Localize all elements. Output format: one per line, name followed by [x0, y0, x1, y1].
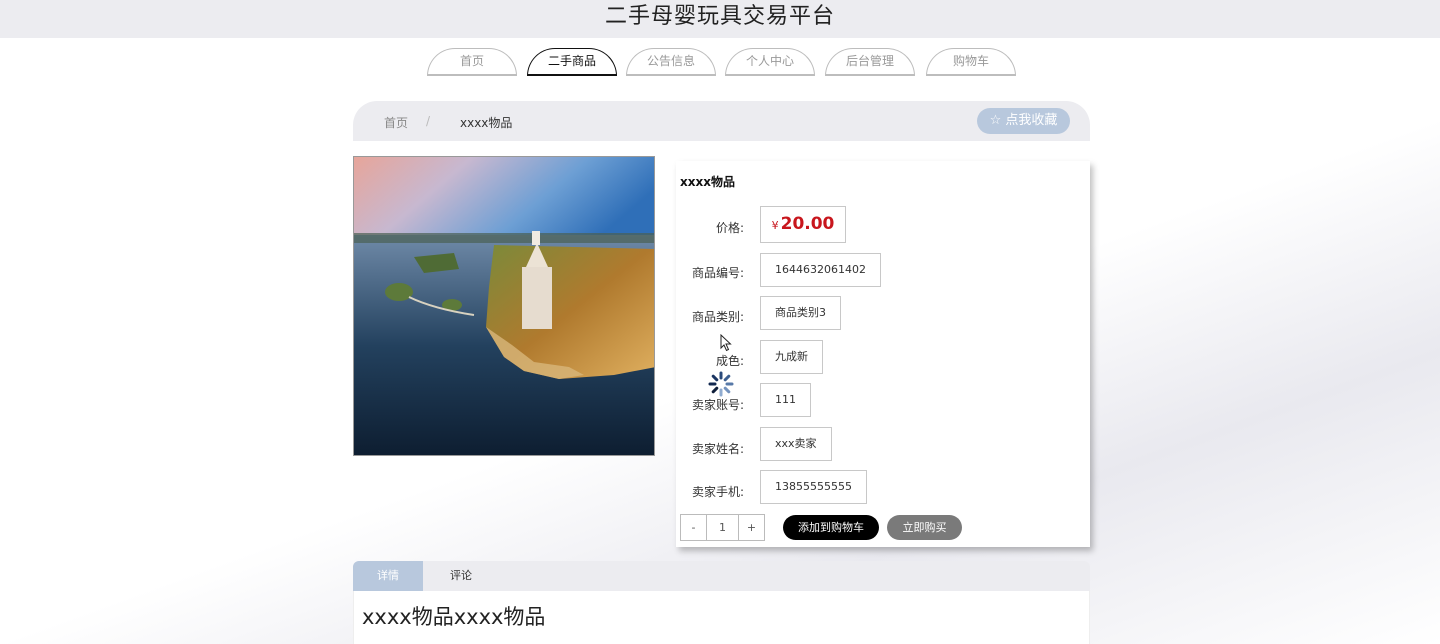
currency-symbol: ¥ — [771, 219, 779, 232]
nav-tab-used-goods[interactable]: 二手商品 — [527, 48, 617, 76]
category-value: 商品类别3 — [760, 296, 841, 330]
breadcrumb-home[interactable]: 首页 — [384, 114, 408, 131]
price-label: 价格: — [715, 221, 744, 235]
quantity-decrease-button[interactable]: - — [681, 515, 706, 540]
nav-tab-admin[interactable]: 后台管理 — [825, 48, 915, 76]
buy-now-button[interactable]: 立即购买 — [887, 515, 962, 540]
product-image — [353, 156, 655, 456]
site-header: 二手母婴玩具交易平台 — [0, 0, 1440, 38]
category-label: 商品类别: — [691, 310, 744, 324]
seller-phone-label: 卖家手机: — [691, 485, 744, 499]
tab-comments[interactable]: 评论 — [426, 561, 496, 591]
condition-label: 成色: — [715, 354, 744, 368]
breadcrumb: 首页 / xxxx物品 ☆ 点我收藏 — [353, 101, 1090, 141]
seller-phone-value: 13855555555 — [760, 470, 867, 504]
detail-tabs: 详情 评论 — [353, 561, 1090, 591]
product-id-value: 1644632061402 — [760, 253, 881, 287]
add-to-cart-button[interactable]: 添加到购物车 — [783, 515, 879, 540]
quantity-stepper: - 1 + — [680, 514, 765, 541]
nav-tab-announcements[interactable]: 公告信息 — [626, 48, 716, 76]
price-amount: 20.00 — [780, 214, 835, 234]
mouse-cursor-icon — [720, 334, 732, 352]
product-name: xxxx物品 — [680, 175, 735, 189]
tab-details[interactable]: 详情 — [353, 561, 423, 591]
main-nav: 首页 二手商品 公告信息 个人中心 后台管理 购物车 — [0, 48, 1440, 78]
quantity-input[interactable]: 1 — [706, 515, 739, 540]
price-value: ¥20.00 — [760, 206, 846, 243]
seller-account-label: 卖家账号: — [691, 398, 744, 412]
condition-value: 九成新 — [760, 340, 823, 374]
breadcrumb-separator: / — [426, 114, 431, 128]
quantity-increase-button[interactable]: + — [739, 515, 764, 540]
nav-tab-cart[interactable]: 购物车 — [926, 48, 1016, 76]
detail-text: xxxx物品xxxx物品 — [362, 605, 546, 629]
seller-name-label: 卖家姓名: — [691, 442, 744, 456]
nav-tab-home[interactable]: 首页 — [427, 48, 517, 76]
favorite-button[interactable]: ☆ 点我收藏 — [977, 108, 1070, 134]
breadcrumb-current: xxxx物品 — [460, 116, 513, 130]
product-info-panel: xxxx物品 价格: ¥20.00 商品编号: 1644632061402 商品… — [676, 161, 1090, 547]
loading-spinner-icon — [708, 371, 734, 397]
product-id-label: 商品编号: — [691, 266, 744, 280]
seller-name-value: xxx卖家 — [760, 427, 832, 461]
seller-account-value: 111 — [760, 383, 811, 417]
nav-tab-profile[interactable]: 个人中心 — [725, 48, 815, 76]
detail-content: xxxx物品xxxx物品 — [353, 591, 1090, 644]
site-title: 二手母婴玩具交易平台 — [604, 4, 835, 29]
